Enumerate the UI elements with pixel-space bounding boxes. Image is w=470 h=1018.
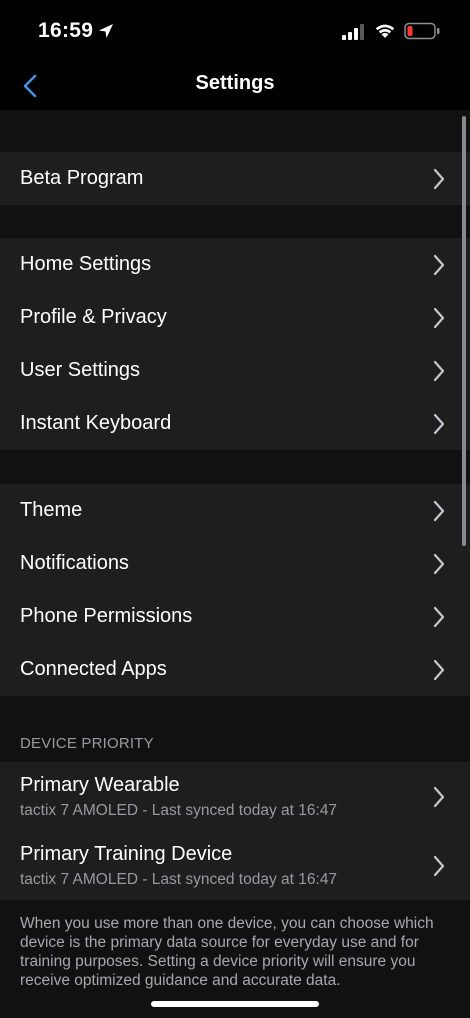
device-row-subtitle: tactix 7 AMOLED - Last synced today at 1… xyxy=(20,802,338,819)
row-label: Connected Apps xyxy=(20,658,167,680)
row-label: Home Settings xyxy=(20,253,152,275)
chevron-right-icon xyxy=(433,413,445,434)
home-indicator[interactable] xyxy=(151,1001,319,1007)
chevron-right-icon xyxy=(433,360,445,381)
settings-row-primary-wearable[interactable]: Primary Wearable tactix 7 AMOLED - Last … xyxy=(0,762,470,831)
settings-list: Beta Program Home Settings Profile & Pri… xyxy=(0,110,470,1018)
settings-group-beta: Beta Program xyxy=(0,152,470,205)
settings-row-profile-privacy[interactable]: Profile & Privacy xyxy=(0,291,470,344)
settings-row-primary-training-device[interactable]: Primary Training Device tactix 7 AMOLED … xyxy=(0,831,470,900)
page-title: Settings xyxy=(195,72,275,94)
row-label: User Settings xyxy=(20,359,141,381)
chevron-right-icon xyxy=(433,168,445,189)
settings-row-user-settings[interactable]: User Settings xyxy=(0,344,470,397)
wifi-icon xyxy=(375,24,395,38)
chevron-right-icon xyxy=(433,855,445,876)
settings-group-device-priority: Primary Wearable tactix 7 AMOLED - Last … xyxy=(0,762,470,900)
device-row-title: Primary Training Device xyxy=(20,843,233,865)
section-header-device-priority: DEVICE PRIORITY xyxy=(20,735,154,752)
cellular-signal-icon xyxy=(342,24,364,40)
settings-row-connected-apps[interactable]: Connected Apps xyxy=(0,643,470,696)
device-priority-footer-text: When you use more than one device, you c… xyxy=(20,915,434,989)
status-bar: 16:59 xyxy=(0,0,470,60)
battery-low-icon xyxy=(404,22,440,40)
scrollbar[interactable] xyxy=(462,116,466,546)
chevron-right-icon xyxy=(433,659,445,680)
row-label: Theme xyxy=(20,499,83,521)
row-label: Beta Program xyxy=(20,167,144,189)
settings-group-general: Home Settings Profile & Privacy User Set… xyxy=(0,238,470,450)
row-label: Instant Keyboard xyxy=(20,412,172,434)
settings-row-notifications[interactable]: Notifications xyxy=(0,537,470,590)
settings-row-theme[interactable]: Theme xyxy=(0,484,470,537)
row-label: Profile & Privacy xyxy=(20,306,167,328)
chevron-right-icon xyxy=(433,606,445,627)
settings-row-phone-permissions[interactable]: Phone Permissions xyxy=(0,590,470,643)
chevron-right-icon xyxy=(433,254,445,275)
row-label: Phone Permissions xyxy=(20,605,193,627)
navigation-bar: Settings xyxy=(0,60,470,110)
row-label: Notifications xyxy=(20,552,129,574)
device-row-subtitle: tactix 7 AMOLED - Last synced today at 1… xyxy=(20,871,338,888)
chevron-right-icon xyxy=(433,786,445,807)
settings-row-instant-keyboard[interactable]: Instant Keyboard xyxy=(0,397,470,450)
settings-group-appearance: Theme Notifications Phone Permissions Co… xyxy=(0,484,470,696)
settings-row-home-settings[interactable]: Home Settings xyxy=(0,238,470,291)
settings-row-beta-program[interactable]: Beta Program xyxy=(0,152,470,205)
device-row-title: Primary Wearable xyxy=(20,774,180,796)
chevron-right-icon xyxy=(433,500,445,521)
chevron-right-icon xyxy=(433,553,445,574)
location-arrow-icon xyxy=(99,24,113,38)
chevron-right-icon xyxy=(433,307,445,328)
status-time: 16:59 xyxy=(38,19,94,42)
